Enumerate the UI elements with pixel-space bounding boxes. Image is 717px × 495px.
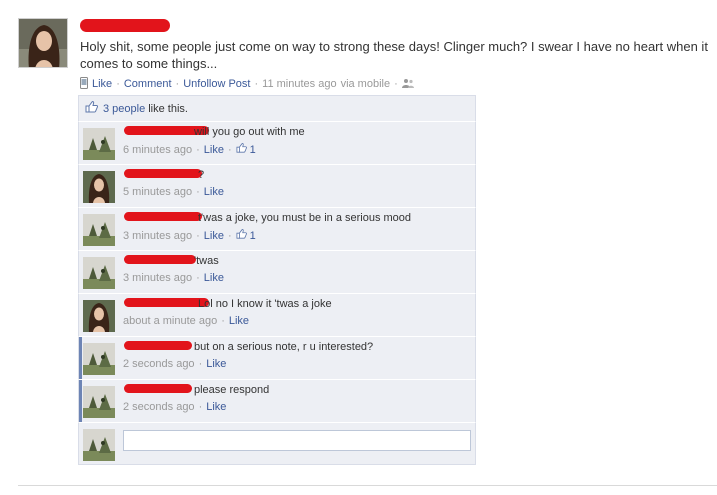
commenter-avatar[interactable] bbox=[83, 214, 115, 246]
comment-like-count[interactable]: 1 bbox=[236, 229, 256, 242]
comment-text: Lol no I know it 'twas a joke bbox=[198, 298, 332, 310]
commenter-avatar[interactable] bbox=[83, 386, 115, 418]
post-author-avatar[interactable] bbox=[18, 18, 68, 68]
commenter-avatar[interactable] bbox=[83, 300, 115, 332]
comment-like-count[interactable]: 1 bbox=[236, 143, 256, 156]
commenter-name-redacted[interactable] bbox=[124, 384, 192, 393]
commenter-name-redacted[interactable] bbox=[124, 255, 196, 264]
unread-indicator bbox=[79, 337, 82, 379]
story-divider bbox=[18, 485, 717, 486]
commenter-name-redacted[interactable] bbox=[124, 341, 192, 350]
post-author-name-redacted[interactable] bbox=[80, 19, 170, 32]
post-actions: Like · Comment · Unfollow Post · 11 minu… bbox=[80, 76, 414, 92]
comment-meta: 3 minutes ago · Like · 1 bbox=[123, 229, 256, 242]
audience-friends-icon[interactable] bbox=[401, 78, 414, 91]
composer-avatar bbox=[83, 429, 115, 461]
comment-meta: 2 seconds ago · Like bbox=[123, 401, 227, 413]
comment-text: t'was a joke, you must be in a serious m… bbox=[198, 212, 412, 224]
feedback-box: 3 people like this. will you go out with… bbox=[78, 95, 476, 465]
comment-like-link[interactable]: Like bbox=[229, 315, 249, 327]
post-text: Holy shit, some people just come on way … bbox=[80, 39, 708, 71]
comment-text: will you go out with me bbox=[194, 126, 305, 138]
comment-meta: 2 seconds ago · Like bbox=[123, 358, 227, 370]
comment-like-link[interactable]: Like bbox=[204, 230, 224, 242]
comment-like-link[interactable]: Like bbox=[206, 358, 226, 370]
comment-like-link[interactable]: Like bbox=[204, 144, 224, 156]
comment-item: Lol no I know it 'twas a joke about a min… bbox=[78, 293, 476, 336]
comment-item: 'twas 3 minutes ago · Like bbox=[78, 250, 476, 293]
comment-time[interactable]: 6 minutes ago bbox=[123, 144, 192, 156]
post-comment-link[interactable]: Comment bbox=[124, 78, 172, 90]
comment-time[interactable]: 2 seconds ago bbox=[123, 401, 195, 413]
comment-time[interactable]: about a minute ago bbox=[123, 315, 217, 327]
comment-like-link[interactable]: Like bbox=[204, 272, 224, 284]
commenter-avatar[interactable] bbox=[83, 257, 115, 289]
post-like-link[interactable]: Like bbox=[92, 78, 112, 90]
comment-item: please respond 2 seconds ago · Like bbox=[78, 379, 476, 422]
comment-like-count-value: 1 bbox=[249, 229, 256, 242]
comment-item: ? 5 minutes ago · Like bbox=[78, 164, 476, 207]
comment-like-link[interactable]: Like bbox=[206, 401, 226, 413]
thumbs-up-icon bbox=[236, 229, 247, 242]
thumbs-up-icon bbox=[85, 101, 99, 116]
comment-list: will you go out with me 6 minutes ago · Lik… bbox=[78, 121, 476, 422]
comment-item: t'was a joke, you must be in a serious m… bbox=[78, 207, 476, 250]
comment-composer bbox=[78, 422, 476, 465]
likes-suffix: like this. bbox=[148, 102, 188, 115]
post-via: via mobile bbox=[340, 78, 391, 90]
comment-like-count-value: 1 bbox=[249, 143, 256, 156]
commenter-name-redacted[interactable] bbox=[124, 169, 202, 178]
comment-like-link[interactable]: Like bbox=[204, 186, 224, 198]
comment-text: please respond bbox=[194, 384, 270, 396]
commenter-avatar[interactable] bbox=[83, 128, 115, 160]
comment-time[interactable]: 3 minutes ago bbox=[123, 272, 192, 284]
comment-meta: about a minute ago · Like bbox=[123, 315, 250, 327]
comment-meta: 5 minutes ago · Like bbox=[123, 186, 224, 198]
comment-item: but on a serious note, r u interested? 2 … bbox=[78, 336, 476, 379]
commenter-name-redacted[interactable] bbox=[124, 212, 202, 221]
mobile-icon bbox=[80, 76, 88, 92]
post-time[interactable]: 11 minutes ago bbox=[262, 78, 336, 90]
commenter-avatar[interactable] bbox=[83, 171, 115, 203]
commenter-name-redacted[interactable] bbox=[124, 298, 209, 307]
comment-time[interactable]: 5 minutes ago bbox=[123, 186, 192, 198]
comment-input[interactable] bbox=[123, 430, 471, 451]
comment-time[interactable]: 2 seconds ago bbox=[123, 358, 195, 370]
commenter-avatar[interactable] bbox=[83, 343, 115, 375]
comment-text: but on a serious note, r u interested? bbox=[194, 341, 374, 353]
thumbs-up-icon bbox=[236, 143, 247, 156]
comment-item: will you go out with me 6 minutes ago · Lik… bbox=[78, 121, 476, 164]
comment-text: 'twas bbox=[194, 255, 219, 267]
unread-indicator bbox=[79, 380, 82, 422]
likes-people-link[interactable]: 3 people bbox=[103, 103, 145, 115]
likes-summary: 3 people like this. bbox=[78, 95, 476, 121]
comment-time[interactable]: 3 minutes ago bbox=[123, 230, 192, 242]
comment-meta: 3 minutes ago · Like bbox=[123, 272, 224, 284]
comment-text: ? bbox=[198, 169, 205, 181]
unfollow-post-link[interactable]: Unfollow Post bbox=[183, 78, 250, 90]
comment-meta: 6 minutes ago · Like · 1 bbox=[123, 143, 256, 156]
